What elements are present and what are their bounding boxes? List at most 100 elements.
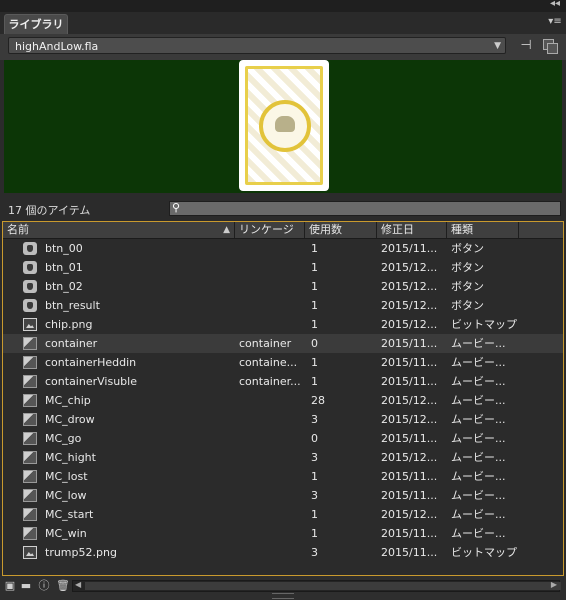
tab-library[interactable]: ライブラリ xyxy=(4,14,68,35)
sort-ascending-icon: ▲ xyxy=(223,225,230,235)
table-row[interactable]: container container 0 2015/11... ムービー... xyxy=(3,334,563,353)
collapse-icon[interactable]: ◂◂ xyxy=(550,0,560,9)
item-date-modified: 2015/11... xyxy=(381,242,438,255)
new-symbol-icon[interactable]: ▣ xyxy=(4,580,16,592)
item-use-count: 1 xyxy=(311,375,318,388)
item-linkage xyxy=(239,258,305,277)
item-type: ムービー... xyxy=(451,337,506,350)
column-header-use-count[interactable]: 使用数 xyxy=(305,222,377,238)
item-count: 17 個のアイテム xyxy=(8,204,91,217)
panel-tab-row: ライブラリ ▾≡ xyxy=(0,12,566,35)
scroll-left-icon[interactable]: ◀ xyxy=(75,580,81,589)
item-date-modified: 2015/11... xyxy=(381,375,438,388)
table-row[interactable]: MC_lost 1 2015/11... ムービー... xyxy=(3,467,563,486)
item-linkage: container... xyxy=(239,375,301,388)
item-linkage: containe... xyxy=(239,356,298,369)
table-row[interactable]: MC_chip 28 2015/12... ムービー... xyxy=(3,391,563,410)
item-type: ムービー... xyxy=(451,432,506,445)
item-type: ビットマップ xyxy=(451,318,517,331)
button-icon xyxy=(23,261,37,274)
library-table: 名前 ▲ リンケージ 使用数 修正日 種類 btn_00 1 2015/11... ボ… xyxy=(2,221,564,576)
scroll-right-icon[interactable]: ▶ xyxy=(551,580,557,589)
bottom-toolbar: ▣ ▬ ⓘ 🗑 ◀ ▶ xyxy=(0,576,566,600)
table-row[interactable]: MC_go 0 2015/11... ムービー... xyxy=(3,429,563,448)
movieclip-icon xyxy=(23,527,37,540)
item-type: ムービー... xyxy=(451,356,506,369)
item-date-modified: 2015/12... xyxy=(381,299,438,312)
item-date-modified: 2015/12... xyxy=(381,261,438,274)
pin-library-icon[interactable]: ⊣ xyxy=(518,38,534,54)
item-name: MC_low xyxy=(45,489,87,502)
item-linkage xyxy=(239,239,305,258)
resize-grip[interactable] xyxy=(272,593,294,599)
button-icon xyxy=(23,280,37,293)
horizontal-scrollbar[interactable]: ◀ ▶ xyxy=(72,580,561,592)
table-row[interactable]: MC_hight 3 2015/12... ムービー... xyxy=(3,448,563,467)
item-name: containerVisuble xyxy=(45,375,137,388)
table-row[interactable]: btn_00 1 2015/11... ボタン xyxy=(3,239,563,258)
item-name: MC_go xyxy=(45,432,82,445)
table-row[interactable]: btn_result 1 2015/12... ボタン xyxy=(3,296,563,315)
column-header-date-modified[interactable]: 修正日 xyxy=(377,222,447,238)
movieclip-icon xyxy=(23,451,37,464)
item-use-count: 28 xyxy=(311,394,325,407)
trash-icon[interactable]: 🗑 xyxy=(56,580,70,592)
table-row[interactable]: MC_start 1 2015/12... ムービー... xyxy=(3,505,563,524)
item-linkage xyxy=(239,410,305,429)
item-type: ムービー... xyxy=(451,527,506,540)
table-row[interactable]: MC_win 1 2015/11... ムービー... xyxy=(3,524,563,543)
search-icon: ⚲ xyxy=(172,201,181,214)
item-use-count: 1 xyxy=(311,261,318,274)
search-input[interactable]: ⚲ xyxy=(169,201,561,216)
table-row[interactable]: MC_drow 3 2015/12... ムービー... xyxy=(3,410,563,429)
item-use-count: 1 xyxy=(311,508,318,521)
item-use-count: 3 xyxy=(311,451,318,464)
movieclip-icon xyxy=(23,394,37,407)
properties-icon[interactable]: ⓘ xyxy=(38,580,50,592)
item-linkage xyxy=(239,448,305,467)
item-type: ムービー... xyxy=(451,451,506,464)
table-row[interactable]: containerVisuble container... 1 2015/11... ム… xyxy=(3,372,563,391)
document-select[interactable]: highAndLow.fla ▼ xyxy=(8,37,506,54)
table-row[interactable]: MC_low 3 2015/11... ムービー... xyxy=(3,486,563,505)
item-type: ムービー... xyxy=(451,413,506,426)
item-use-count: 3 xyxy=(311,413,318,426)
document-select-value: highAndLow.fla xyxy=(15,40,99,53)
new-library-panel-icon[interactable] xyxy=(542,38,558,54)
card-emblem xyxy=(259,100,311,152)
item-date-modified: 2015/11... xyxy=(381,470,438,483)
column-header-type[interactable]: 種類 xyxy=(447,222,519,238)
table-row[interactable]: containerHeddin containe... 1 2015/11... ムービ… xyxy=(3,353,563,372)
movieclip-icon xyxy=(23,413,37,426)
item-use-count: 1 xyxy=(311,356,318,369)
button-icon xyxy=(23,299,37,312)
item-date-modified: 2015/11... xyxy=(381,527,438,540)
item-linkage xyxy=(239,524,305,543)
table-row[interactable]: btn_01 1 2015/12... ボタン xyxy=(3,258,563,277)
table-row[interactable]: trump52.png 3 2015/11... ビットマップ xyxy=(3,543,563,562)
scrollbar-thumb[interactable] xyxy=(85,582,561,590)
item-type: ボタン xyxy=(451,280,484,293)
item-linkage xyxy=(239,296,305,315)
item-type: ムービー... xyxy=(451,394,506,407)
chevron-down-icon[interactable]: ▼ xyxy=(494,38,501,55)
item-use-count: 1 xyxy=(311,242,318,255)
item-use-count: 1 xyxy=(311,280,318,293)
table-row[interactable]: chip.png 1 2015/12... ビットマップ xyxy=(3,315,563,334)
bitmap-icon xyxy=(23,546,37,559)
table-header: 名前 ▲ リンケージ 使用数 修正日 種類 xyxy=(3,222,563,239)
item-date-modified: 2015/12... xyxy=(381,318,438,331)
table-row[interactable]: btn_02 1 2015/12... ボタン xyxy=(3,277,563,296)
item-type: ムービー... xyxy=(451,375,506,388)
item-name: btn_00 xyxy=(45,242,83,255)
column-header-name[interactable]: 名前 ▲ xyxy=(3,222,235,238)
column-header-linkage[interactable]: リンケージ xyxy=(235,222,305,238)
panel-menu-icon[interactable]: ▾≡ xyxy=(548,16,562,28)
item-linkage xyxy=(239,277,305,296)
new-folder-icon[interactable]: ▬ xyxy=(20,580,32,592)
item-name: containerHeddin xyxy=(45,356,137,369)
item-linkage xyxy=(239,505,305,524)
item-name: btn_01 xyxy=(45,261,83,274)
item-date-modified: 2015/11... xyxy=(381,546,438,559)
item-date-modified: 2015/12... xyxy=(381,451,438,464)
